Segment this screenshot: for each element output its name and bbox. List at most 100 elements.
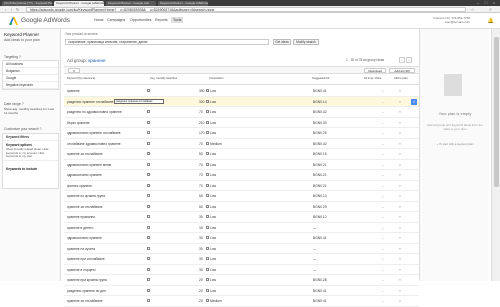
menu-icon[interactable]: ≡ bbox=[488, 7, 493, 12]
trend-icon[interactable] bbox=[206, 257, 209, 260]
add-to-plan-icon[interactable]: » bbox=[399, 289, 401, 293]
col-suggested-bid[interactable]: Suggested bid bbox=[312, 77, 329, 80]
table-row[interactable]: хранене в детето 30 Low — – » bbox=[64, 223, 419, 233]
targeting-network[interactable]: Google bbox=[3, 75, 58, 82]
date-range-text[interactable]: Show avg. monthly searches for: Last 12 … bbox=[4, 107, 58, 115]
reload-icon[interactable]: ↻ bbox=[15, 7, 20, 12]
add-to-plan-icon[interactable]: » bbox=[399, 247, 401, 251]
url-input[interactable]: https://adwords.google.com/ko/KeywordPla… bbox=[26, 7, 466, 12]
trend-icon[interactable] bbox=[206, 183, 209, 187]
col-add-to-plan[interactable]: Add to plan bbox=[394, 77, 408, 80]
chart-icon[interactable] bbox=[147, 246, 150, 250]
table-row[interactable]: бързо хранене 210 Low BGN0.33 – » bbox=[64, 118, 419, 128]
chart-icon[interactable] bbox=[147, 131, 150, 134]
table-row[interactable]: отслабване здравословно хранене 70 Medium B… bbox=[64, 139, 419, 149]
filter-columns-button[interactable]: ▾ bbox=[68, 68, 80, 73]
chart-icon[interactable] bbox=[147, 152, 150, 155]
table-row[interactable]: хранене 390 Low BGN0.41 – » bbox=[64, 86, 419, 97]
chart-icon[interactable] bbox=[147, 110, 150, 113]
nav-tools[interactable]: Tools bbox=[171, 17, 184, 23]
add-to-plan-icon[interactable]: » bbox=[399, 142, 401, 146]
col-ad-impr-share[interactable]: Ad impr. share bbox=[364, 77, 381, 80]
add-to-plan-icon[interactable]: » bbox=[399, 163, 401, 167]
add-to-plan-icon[interactable]: » bbox=[399, 215, 401, 219]
table-row[interactable]: хранене правилно 30 Low BGN0.12 – » bbox=[64, 212, 419, 223]
nav-opportunities[interactable]: Opportunities bbox=[130, 18, 151, 22]
table-row[interactable]: здравословно хранене 70 Low BGN0.21 – » bbox=[64, 170, 419, 181]
add-all-button[interactable]: Add all (30) bbox=[389, 68, 415, 73]
scrollbar-thumb[interactable] bbox=[494, 37, 499, 187]
targeting-language[interactable]: Bulgarian bbox=[3, 68, 58, 75]
nav-home[interactable]: Home bbox=[94, 18, 104, 22]
get-ideas-button[interactable]: Get ideas bbox=[273, 39, 291, 45]
trend-icon[interactable] bbox=[206, 204, 209, 208]
download-button[interactable]: Download bbox=[364, 68, 386, 73]
trend-icon[interactable] bbox=[206, 162, 209, 166]
table-row[interactable]: хранене за отслабване 20 Medium BGN0.41 – » bbox=[64, 296, 419, 307]
add-to-plan-icon[interactable]: » bbox=[399, 194, 401, 198]
add-to-plan-icon[interactable]: » bbox=[399, 131, 401, 135]
plan-start-link[interactable]: + Or start with a keyword plan bbox=[422, 142, 488, 146]
page-scrollbar[interactable] bbox=[491, 29, 500, 281]
trend-icon[interactable] bbox=[206, 299, 209, 302]
chart-icon[interactable] bbox=[147, 299, 150, 302]
table-row[interactable]: хранене на кучета 30 Low — – » bbox=[64, 244, 419, 254]
add-to-plan-icon[interactable]: » bbox=[399, 205, 401, 209]
col-competition[interactable]: Competition bbox=[209, 77, 223, 80]
chart-icon[interactable] bbox=[147, 236, 150, 239]
table-row[interactable]: хранене при кръвна група 20 Low BGN0.28 – » bbox=[64, 275, 419, 286]
chart-icon[interactable] bbox=[147, 215, 150, 218]
table-row[interactable]: хранене в сърцето 30 Low — – » bbox=[64, 265, 419, 275]
modify-search-button[interactable]: Modify search bbox=[293, 39, 319, 45]
add-to-plan-icon[interactable]: » bbox=[399, 110, 401, 114]
trend-icon[interactable] bbox=[206, 152, 209, 155]
add-to-plan-icon[interactable]: » bbox=[399, 299, 401, 303]
trend-icon[interactable] bbox=[206, 225, 209, 229]
add-to-plan-icon[interactable]: » bbox=[399, 278, 401, 282]
next-page-icon[interactable]: › bbox=[406, 57, 412, 63]
chart-icon[interactable] bbox=[147, 194, 150, 197]
trend-icon[interactable] bbox=[206, 110, 209, 113]
chart-icon[interactable] bbox=[147, 173, 150, 176]
chart-icon[interactable] bbox=[147, 257, 150, 260]
trend-icon[interactable] bbox=[206, 267, 209, 271]
add-to-plan-icon[interactable]: » bbox=[399, 184, 401, 188]
col-avg-searches[interactable]: Avg. monthly searches bbox=[150, 77, 177, 80]
add-to-plan-icon[interactable]: » bbox=[399, 257, 401, 261]
table-row[interactable]: разделно хранене отслабване 320 Low BGN0.14… bbox=[64, 96, 419, 107]
prev-page-icon[interactable]: ‹ bbox=[399, 57, 405, 63]
add-to-plan-icon[interactable]: » bbox=[399, 152, 401, 156]
notifications-icon[interactable]: 🔔 bbox=[488, 18, 494, 24]
chart-icon[interactable] bbox=[147, 183, 150, 187]
trend-icon[interactable] bbox=[206, 141, 209, 145]
trend-icon[interactable] bbox=[206, 89, 209, 92]
chart-icon[interactable] bbox=[147, 288, 150, 292]
trend-icon[interactable] bbox=[206, 99, 209, 103]
trend-icon[interactable] bbox=[206, 215, 209, 218]
forward-icon[interactable]: › bbox=[9, 7, 14, 12]
add-keyword-button[interactable]: » bbox=[411, 98, 417, 105]
trend-icon[interactable] bbox=[206, 120, 209, 124]
chart-icon[interactable] bbox=[147, 225, 150, 229]
table-row[interactable]: здравословно хранене меню 70 Low BGN0.21 – » bbox=[64, 160, 419, 170]
keywords-to-include[interactable]: Keywords to include bbox=[3, 159, 58, 171]
table-row[interactable]: хранене по кръвна група 50 Low BGN0.13 – » bbox=[64, 191, 419, 202]
table-row[interactable]: хранене за отслабване 50 Low BGN0.15 – » bbox=[64, 149, 419, 160]
add-to-plan-icon[interactable]: » bbox=[399, 100, 401, 104]
add-to-plan-icon[interactable]: » bbox=[399, 268, 401, 272]
add-to-plan-icon[interactable]: » bbox=[399, 173, 401, 177]
table-row[interactable]: здравословно хранене 30 Low BGN0.41 – » bbox=[64, 233, 419, 244]
table-row[interactable]: разделно по здравословно хранене 70 Low BGN… bbox=[64, 107, 419, 118]
trend-icon[interactable] bbox=[206, 194, 209, 197]
table-row[interactable]: хранене при отслабване 30 Low — – » bbox=[64, 254, 419, 265]
add-to-plan-icon[interactable]: » bbox=[399, 121, 401, 125]
trend-icon[interactable] bbox=[206, 236, 209, 239]
nav-campaigns[interactable]: Campaigns bbox=[107, 18, 125, 22]
table-row[interactable]: здравословно хранене отслабване 170 Low BGN… bbox=[64, 128, 419, 139]
chart-icon[interactable] bbox=[147, 89, 150, 92]
product-input[interactable]: съхранение, хранилища ключове, съхранени… bbox=[65, 39, 269, 45]
targeting-location[interactable]: All locations bbox=[3, 61, 58, 68]
chart-icon[interactable] bbox=[147, 120, 150, 124]
chart-icon[interactable] bbox=[147, 162, 150, 166]
trend-icon[interactable] bbox=[206, 173, 209, 176]
